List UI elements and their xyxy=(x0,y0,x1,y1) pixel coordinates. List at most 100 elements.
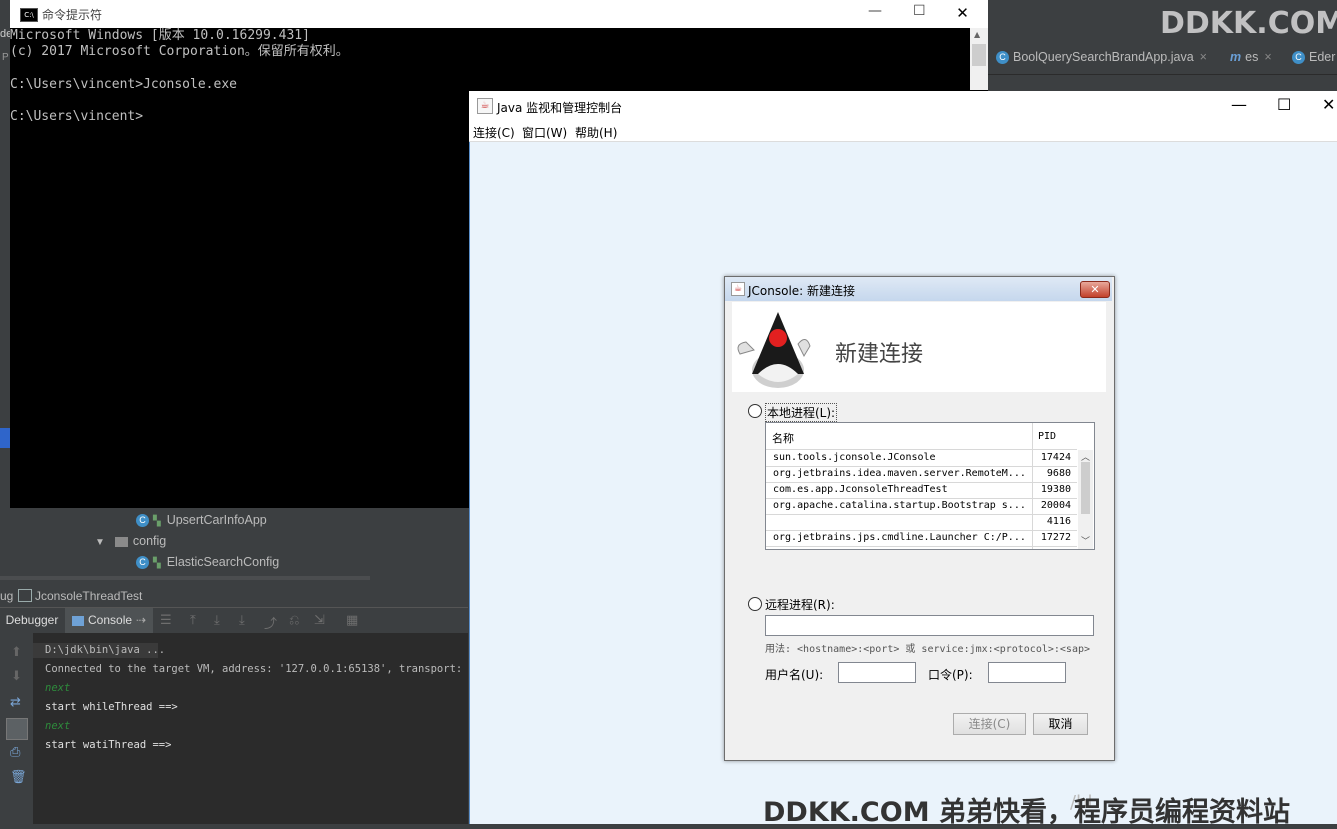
tab-console[interactable]: Console ⇢ xyxy=(65,608,153,634)
site-watermark: DDKK.COM 弟弟快看，程序员编程资料站 xyxy=(763,797,1290,828)
tree-scrollbar[interactable] xyxy=(0,576,370,580)
scrollbar-thumb[interactable] xyxy=(1081,462,1090,514)
password-input[interactable] xyxy=(988,662,1066,683)
chevron-down-icon[interactable]: ﹀ xyxy=(1081,534,1090,547)
soft-wrap-icon[interactable]: ⇄ xyxy=(10,695,21,710)
close-icon[interactable]: × xyxy=(1264,50,1271,64)
local-process-label[interactable]: 本地进程(L): xyxy=(765,403,838,422)
maven-icon: m xyxy=(1230,50,1242,64)
show-frames-icon[interactable]: ☰ xyxy=(160,613,172,628)
tab-label: BoolQuerySearchBrandApp.java xyxy=(1013,50,1194,64)
java-title: Java 监视和管理控制台 xyxy=(497,101,623,115)
scroll-up-icon[interactable]: ▲ xyxy=(974,30,980,39)
print-icon[interactable]: ⎙ xyxy=(10,745,20,760)
debug-title: ug xyxy=(0,589,14,603)
class-icon: C xyxy=(1292,51,1305,65)
close-button[interactable]: ✕ xyxy=(1322,95,1335,114)
username-label: 用户名(U): xyxy=(765,668,824,682)
scrollbar-thumb[interactable] xyxy=(972,44,986,66)
up-arrow-icon[interactable]: ⬆ xyxy=(11,645,22,660)
class-icon: C xyxy=(996,51,1009,65)
trash-icon[interactable]: 🗑 xyxy=(10,770,27,785)
duke-mascot-icon xyxy=(737,312,811,388)
run-config-icon: ▚ xyxy=(153,516,161,527)
editor-tab-boolquery[interactable]: C BoolQuerySearchBrandApp.java × xyxy=(996,50,1207,70)
local-process-radio[interactable] xyxy=(748,404,762,418)
column-header-name[interactable]: 名称 xyxy=(772,430,794,446)
tree-label: UpsertCarInfoApp xyxy=(166,513,267,527)
cmd-title-bar[interactable]: C:\ 命令提示符 — ☐ ✕ xyxy=(10,0,988,28)
force-step-into-icon[interactable]: ⤓ xyxy=(239,613,245,628)
console-line: Connected to the target VM, address: '12… xyxy=(45,663,494,675)
dialog-heading: 新建连接 xyxy=(835,342,924,367)
step-into-icon[interactable]: ⤓ xyxy=(214,613,220,628)
menu-window[interactable]: 窗口(W) xyxy=(522,124,567,141)
menu-connection[interactable]: 连接(C) xyxy=(473,124,515,141)
minimize-button[interactable]: — xyxy=(1231,95,1247,114)
maximize-button[interactable]: ☐ xyxy=(913,3,926,19)
tree-item-elasticsearchconfig[interactable]: C ▚ ElasticSearchConfig xyxy=(136,555,280,570)
tree-item-config[interactable]: ▼ config xyxy=(95,534,166,548)
console-line: start watiThread ==> xyxy=(45,739,172,751)
close-button[interactable]: ✕ xyxy=(1080,281,1110,298)
java-title-bar[interactable]: ☕ Java 监视和管理控制台 — ☐ ✕ xyxy=(469,91,1337,121)
dialog-title-bar[interactable]: ☕ JConsole: 新建连接 ✕ xyxy=(725,277,1112,301)
editor-tab-es[interactable]: m es × xyxy=(1230,50,1272,70)
editor-tab-eder[interactable]: C Eder xyxy=(1292,50,1335,70)
console-line: next xyxy=(45,682,71,694)
column-header-pid[interactable]: PID xyxy=(1038,431,1056,442)
tab-label: es xyxy=(1245,50,1259,64)
chevron-down-icon[interactable]: ▼ xyxy=(95,537,105,548)
process-table[interactable]: 名称 PID sun.tools.jconsole.JConsole 17424 … xyxy=(765,422,1095,550)
remote-process-label: 远程进程(R): xyxy=(765,598,835,612)
top-watermark: DDKK.COM xyxy=(1160,6,1337,41)
table-header: 名称 PID xyxy=(766,423,1077,450)
password-label: 口令(P): xyxy=(928,668,973,682)
tree-label: ElasticSearchConfig xyxy=(166,555,280,569)
table-row[interactable]: org.jetbrains.jps.cmdline.Launcher C:/P.… xyxy=(766,530,1077,547)
maximize-button[interactable]: ☐ xyxy=(1277,95,1291,114)
java-icon: ☕ xyxy=(731,282,745,296)
cmd-icon: C:\ xyxy=(20,8,38,22)
debug-tab-bar: Debugger Console ⇢ ☰ ⤒ ⤓ ⤓ ⤴ ⎌ ⇲ ▦ xyxy=(0,607,468,635)
dialog-title: JConsole: 新建连接 xyxy=(748,284,856,298)
step-out-icon[interactable]: ⤴ xyxy=(264,613,277,632)
cmd-scrollbar[interactable]: ▲ xyxy=(970,28,988,90)
table-row[interactable]: 4116 xyxy=(766,514,1077,531)
remote-process-radio[interactable] xyxy=(748,597,762,611)
debug-header: ug JconsoleThreadTest xyxy=(0,585,468,607)
remote-process-input[interactable] xyxy=(765,615,1094,636)
cmd-line: C:\Users\vincent>Jconsole.exe xyxy=(10,77,237,92)
console-line: next xyxy=(45,720,71,732)
tab-label: Console xyxy=(88,613,133,627)
cancel-button[interactable]: 取消 xyxy=(1033,713,1088,735)
usage-hint: 用法: <hostname>:<port> 或 service:jmx:<pro… xyxy=(765,644,1091,655)
connect-button[interactable]: 连接(C) xyxy=(953,713,1026,735)
evaluate-icon[interactable]: ▦ xyxy=(346,613,358,628)
table-row[interactable]: sun.tools.jconsole.JConsole 17424 xyxy=(766,450,1077,467)
left-selection-marker xyxy=(0,428,10,448)
console-output[interactable]: D:\jdk\bin\java ... Connected to the tar… xyxy=(33,633,494,824)
table-row[interactable]: com.es.app.JconsoleThreadTest 19380 xyxy=(766,482,1077,499)
table-scrollbar[interactable]: ︿ ﹀ xyxy=(1078,450,1093,549)
debug-run-name: JconsoleThreadTest xyxy=(35,589,143,603)
menu-help[interactable]: 帮助(H) xyxy=(575,124,617,141)
cmd-line: Microsoft Windows [版本 10.0.16299.431] xyxy=(10,28,310,43)
table-row[interactable]: org.jetbrains.idea.maven.server.RemoteM.… xyxy=(766,466,1077,483)
close-icon[interactable]: × xyxy=(1200,50,1207,64)
minimize-button[interactable]: — xyxy=(868,3,882,19)
table-row[interactable]: org.apache.catalina.startup.Bootstrap s.… xyxy=(766,498,1077,515)
pin-icon[interactable]: ⇢ xyxy=(136,613,146,627)
tree-item-upsertcarinfoapp[interactable]: C ▚ UpsertCarInfoApp xyxy=(136,513,267,528)
run-config-icon: ▚ xyxy=(153,558,161,569)
tab-debugger[interactable]: Debugger xyxy=(0,608,64,634)
scroll-to-end-icon[interactable] xyxy=(6,718,28,740)
drop-frame-icon[interactable]: ⎌ xyxy=(289,613,299,628)
down-arrow-icon[interactable]: ⬇ xyxy=(11,669,22,684)
username-input[interactable] xyxy=(838,662,916,683)
tab-label: Eder xyxy=(1309,50,1336,64)
run-to-cursor-icon[interactable]: ⇲ xyxy=(314,613,325,628)
run-config-icon xyxy=(18,589,32,602)
close-button[interactable]: ✕ xyxy=(937,0,988,28)
step-over-icon[interactable]: ⤒ xyxy=(190,613,196,628)
